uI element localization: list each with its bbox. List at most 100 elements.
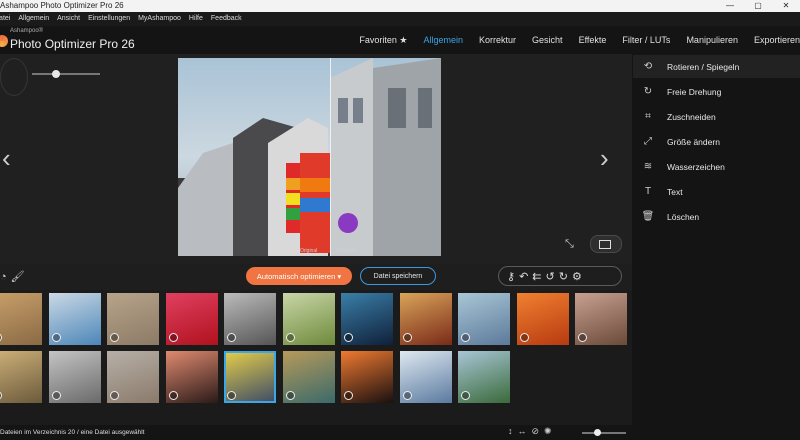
compare-original-label: Original	[300, 248, 318, 254]
split-view-button[interactable]	[590, 235, 622, 253]
loading-icon[interactable]: ✺	[544, 426, 552, 437]
pan-control-icon[interactable]	[0, 58, 28, 96]
thumbnail[interactable]	[399, 293, 452, 345]
thumbnail[interactable]	[224, 351, 276, 403]
thumbnail-select-radio[interactable]	[51, 333, 61, 342]
thumbnail[interactable]	[282, 293, 335, 345]
menu-item-6[interactable]: Feedback	[211, 12, 242, 26]
tool-item-6[interactable]: 🗑 Löschen	[633, 205, 800, 228]
thumbnail-select-radio[interactable]	[110, 333, 119, 342]
thumbnail-select-radio[interactable]	[344, 333, 353, 342]
tool-item-1[interactable]: ↻ Freie Drehung	[633, 80, 800, 103]
tool-item-label: Zuschneiden	[667, 111, 716, 122]
thumbnail-size-knob[interactable]	[594, 429, 601, 436]
thumbnail[interactable]	[0, 293, 42, 345]
thumbnail-select-radio[interactable]	[227, 333, 236, 342]
window-controls: — ▢ ✕	[716, 0, 800, 12]
thumbnail[interactable]	[282, 351, 335, 403]
thumbnail[interactable]	[458, 351, 510, 403]
thumbnail-select-radio[interactable]	[285, 391, 295, 400]
preview-zoom-slider[interactable]	[32, 70, 100, 78]
thumbnail-select-radio[interactable]	[110, 391, 119, 400]
nav-tab-4[interactable]: Effekte	[579, 35, 607, 45]
close-button[interactable]: ✕	[772, 0, 800, 12]
previous-image-icon[interactable]: ‹	[2, 143, 11, 174]
minimize-button[interactable]: —	[716, 0, 744, 12]
rotate-icon: ⟲	[643, 61, 653, 72]
thumbnail-select-radio[interactable]	[0, 391, 2, 400]
thumbnail-select-radio[interactable]	[461, 333, 470, 342]
compass-icon[interactable]: ⊘	[532, 426, 540, 437]
fit-width-icon[interactable]: ↔	[518, 426, 527, 437]
thumbnail-select-radio[interactable]	[51, 391, 61, 400]
menu-item-2[interactable]: Ansicht	[57, 12, 80, 26]
rotate-left-icon[interactable]: ↺	[546, 270, 555, 283]
thumbnail[interactable]	[341, 351, 393, 403]
compare-divider[interactable]	[330, 58, 331, 256]
nav-tab-2[interactable]: Korrektur	[479, 35, 516, 45]
thumbnail-select-radio[interactable]	[227, 391, 236, 400]
thumbnail-select-radio[interactable]	[461, 391, 470, 400]
thumbnail-select-radio[interactable]	[578, 333, 587, 342]
undo-all-icon[interactable]: ⇇	[532, 270, 541, 283]
nav-tab-3[interactable]: Gesicht	[532, 35, 563, 45]
tool-item-4[interactable]: ≋ Wasserzeichen	[633, 155, 800, 178]
main-photo[interactable]	[178, 58, 441, 256]
free-rotate-icon: ↻	[643, 86, 653, 97]
nav-tab-7[interactable]: Exportieren	[754, 35, 800, 45]
menu-item-3[interactable]: Einstellungen	[88, 12, 130, 26]
status-text: Dateien im Verzeichnis 20 / eine Datei a…	[0, 429, 145, 436]
thumbnail[interactable]	[48, 293, 101, 345]
save-file-button[interactable]: Datei speichern	[360, 267, 436, 285]
key-icon[interactable]: ⚷	[507, 270, 515, 283]
thumbnail[interactable]	[165, 293, 218, 345]
nav-tab-1[interactable]: Allgemein	[424, 35, 464, 45]
thumbnail-select-radio[interactable]	[168, 333, 178, 342]
thumbnail-select-radio[interactable]	[0, 333, 2, 342]
collapse-icon[interactable]: ⤡	[565, 238, 574, 251]
thumbnail[interactable]	[516, 293, 569, 345]
nav-tab-0[interactable]: Favoriten ★	[359, 35, 407, 46]
thumbnail-select-radio[interactable]	[285, 333, 295, 342]
thumbnail-grid	[0, 293, 632, 425]
thumbnail-select-radio[interactable]	[344, 391, 353, 400]
app-logo-icon	[0, 35, 8, 47]
undo-icon[interactable]: ↶	[519, 270, 528, 283]
tool-item-2[interactable]: ⌗ Zuschneiden	[633, 105, 800, 128]
thumbnail-size-slider[interactable]	[582, 429, 626, 436]
thumbnail[interactable]	[575, 293, 627, 345]
thumbnail[interactable]	[0, 351, 42, 403]
thumbnail[interactable]	[165, 351, 218, 403]
menu-item-1[interactable]: Allgemein	[18, 12, 49, 26]
menu-item-5[interactable]: Hilfe	[189, 12, 203, 26]
thumbnail-select-radio[interactable]	[168, 391, 178, 400]
maximize-button[interactable]: ▢	[744, 0, 772, 12]
nav-tab-6[interactable]: Manipulieren	[686, 35, 738, 45]
settings-gear-icon[interactable]: ⚙	[572, 270, 582, 283]
chevron-down-icon[interactable]: ▾	[337, 272, 341, 281]
thumbnail[interactable]	[458, 293, 510, 345]
thumbnail[interactable]	[341, 293, 393, 345]
next-image-icon[interactable]: ›	[600, 143, 609, 174]
rotate-right-icon[interactable]: ↻	[559, 270, 568, 283]
thumbnail-select-radio[interactable]	[402, 333, 412, 342]
zoom-slider-knob[interactable]	[52, 70, 60, 78]
thumbnail[interactable]	[48, 351, 101, 403]
fit-height-icon[interactable]: ↕	[508, 426, 513, 437]
thumbnail[interactable]	[107, 293, 159, 345]
tool-item-3[interactable]: ⤢ Größe ändern	[633, 130, 800, 153]
thumbnail-select-radio[interactable]	[402, 391, 412, 400]
tool-item-label: Freie Drehung	[667, 86, 722, 97]
thumbnail-select-radio[interactable]	[519, 333, 529, 342]
tool-item-0[interactable]: ⟲ Rotieren / Spiegeln	[633, 55, 800, 78]
thumbnail[interactable]	[399, 351, 452, 403]
auto-optimize-button[interactable]: Automatisch optimieren ▾	[246, 267, 352, 285]
menu-item-4[interactable]: MyAshampoo	[138, 12, 181, 26]
brush-icon[interactable]: 🖌	[11, 271, 29, 283]
menu-item-0[interactable]: Datei	[0, 12, 10, 26]
thumbnail[interactable]	[107, 351, 159, 403]
nav-tab-5[interactable]: Filter / LUTs	[622, 35, 670, 45]
tool-item-5[interactable]: T Text	[633, 180, 800, 203]
color-drop-icon[interactable]: ◔	[0, 271, 11, 283]
thumbnail[interactable]	[224, 293, 276, 345]
